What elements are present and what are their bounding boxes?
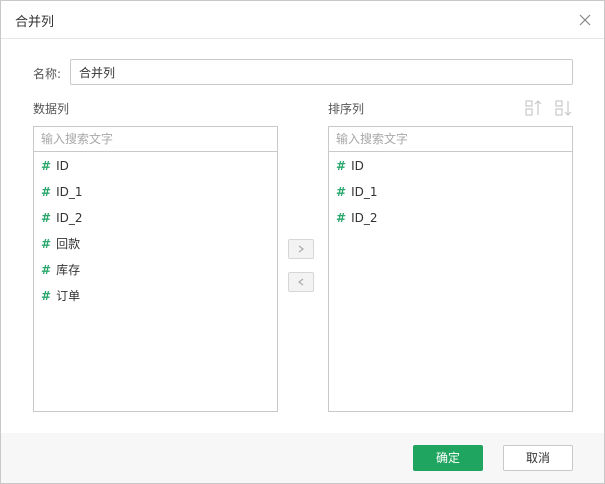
list-item-label: ID_1: [56, 185, 83, 199]
list-item-label: ID: [56, 159, 69, 173]
cancel-button[interactable]: 取消: [503, 445, 573, 471]
number-type-icon: #: [41, 185, 52, 199]
list-item[interactable]: # ID: [34, 153, 277, 179]
number-type-icon: #: [41, 237, 52, 251]
list-item-label: ID: [351, 159, 364, 173]
list-item[interactable]: # 回款: [34, 231, 277, 257]
move-right-button[interactable]: [288, 239, 314, 259]
sort-columns-label: 排序列: [328, 102, 365, 116]
list-item-label: ID_2: [351, 211, 378, 225]
data-columns-label: 数据列: [33, 102, 70, 116]
list-item-label: 库存: [56, 263, 81, 277]
list-item-label: ID_1: [351, 185, 378, 199]
list-item[interactable]: # ID_2: [329, 205, 572, 231]
list-item-label: ID_2: [56, 211, 83, 225]
number-type-icon: #: [41, 211, 52, 225]
list-item[interactable]: # 库存: [34, 257, 277, 283]
name-label: 名称:: [33, 67, 62, 81]
number-type-icon: #: [41, 289, 52, 303]
close-icon[interactable]: [575, 10, 595, 30]
number-type-icon: #: [41, 159, 52, 173]
name-input[interactable]: [70, 59, 573, 85]
dialog-footer: 确定 取消: [1, 433, 604, 483]
sort-columns-search-input[interactable]: [329, 127, 572, 152]
number-type-icon: #: [336, 159, 347, 173]
sort-ascending-icon[interactable]: [524, 98, 544, 118]
list-item[interactable]: # ID_1: [34, 179, 277, 205]
chevron-left-icon: [298, 278, 304, 286]
dialog-header: 合并列: [1, 1, 604, 39]
list-item[interactable]: # ID: [329, 153, 572, 179]
number-type-icon: #: [336, 185, 347, 199]
list-item-label: 订单: [56, 289, 81, 303]
number-type-icon: #: [336, 211, 347, 225]
data-columns-panel: # ID # ID_1 # ID_2 # 回款 # 库存 # 订单: [33, 126, 278, 412]
list-item[interactable]: # ID_2: [34, 205, 277, 231]
data-columns-search-input[interactable]: [34, 127, 277, 152]
list-item-label: 回款: [56, 237, 81, 251]
move-left-button[interactable]: [288, 272, 314, 292]
confirm-button[interactable]: 确定: [413, 445, 483, 471]
number-type-icon: #: [41, 263, 52, 277]
sort-descending-icon[interactable]: [554, 98, 574, 118]
dialog-title: 合并列: [15, 15, 55, 30]
list-item[interactable]: # 订单: [34, 283, 277, 309]
sort-columns-panel: # ID # ID_1 # ID_2: [328, 126, 573, 412]
list-item[interactable]: # ID_1: [329, 179, 572, 205]
chevron-right-icon: [298, 245, 304, 253]
sort-columns-list: # ID # ID_1 # ID_2: [329, 153, 572, 231]
data-columns-list: # ID # ID_1 # ID_2 # 回款 # 库存 # 订单: [34, 153, 277, 309]
merge-columns-dialog: 合并列 名称: 数据列 # ID # ID_1 # ID_2 # 回款 # 库存 # 订单: [0, 0, 605, 484]
